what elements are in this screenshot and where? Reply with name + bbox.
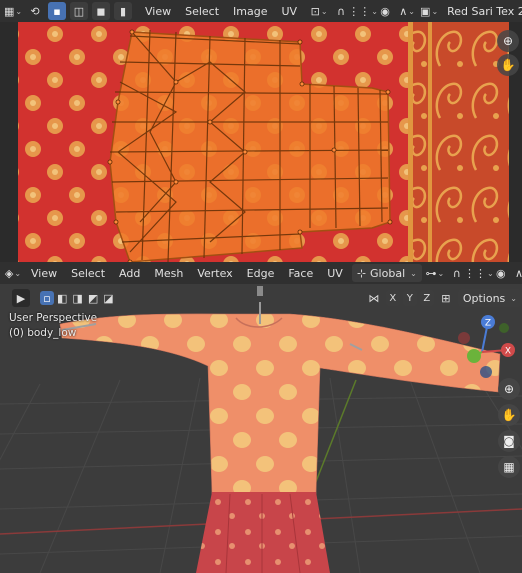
select-intersect-icon[interactable]: ◪ <box>101 291 116 305</box>
uv-sync-selection-icon[interactable]: ⟲ <box>26 2 44 20</box>
pan-hand-icon-3d[interactable]: ✋ <box>498 404 520 426</box>
uv-menu-uv[interactable]: UV <box>277 5 303 18</box>
gizmo-y-axis[interactable] <box>467 349 481 363</box>
view3d-menu-mesh[interactable]: Mesh <box>149 267 188 280</box>
transform-orientation-dropdown[interactable]: ⊹ Global ⌄ <box>351 264 422 282</box>
zoom-icon[interactable]: ⊕ <box>497 30 519 52</box>
snap-target-icon-3d[interactable]: ⋮⋮ ⌄ <box>464 264 494 282</box>
viewport-scene <box>0 284 522 573</box>
view3d-menu-edge[interactable]: Edge <box>242 267 280 280</box>
gizmo-neg-x-axis[interactable] <box>458 332 470 344</box>
uv-menu-view[interactable]: View <box>140 5 176 18</box>
navigation-gizmo[interactable]: Z X <box>452 312 522 382</box>
gizmo-x-label: X <box>505 347 511 357</box>
mirror-y-toggle[interactable]: Y <box>402 290 417 306</box>
options-dropdown[interactable]: Options ⌄ <box>457 289 522 307</box>
select-tool-icon[interactable]: ▶ <box>12 289 30 307</box>
select-new-icon[interactable]: ▫ <box>40 291 54 305</box>
orientation-label: Global <box>370 266 406 280</box>
gizmo-neg-z-axis[interactable] <box>480 366 492 378</box>
uv-toolbar-collapsed[interactable] <box>0 22 8 262</box>
viewport-3d[interactable]: ▶ ▫ ◧ ◨ ◩ ◪ ⋈ X Y Z ⊞ Options ⌄ User Pers… <box>0 284 522 573</box>
gizmo-z-label: Z <box>485 319 491 329</box>
select-invert-icon[interactable]: ◩ <box>85 291 101 305</box>
falloff-icon[interactable]: ∧ ⌄ <box>398 2 416 20</box>
view3d-menu-add[interactable]: Add <box>114 267 145 280</box>
proportional-icon-3d[interactable]: ◉ <box>492 264 510 282</box>
auto-merge-icon[interactable]: ⊞ <box>437 289 455 307</box>
uv-menu-image[interactable]: Image <box>228 5 272 18</box>
pivot-point-icon[interactable]: ⊡ ⌄ <box>310 2 328 20</box>
view-name: User Perspective <box>9 312 98 324</box>
view3d-menu-view[interactable]: View <box>26 267 62 280</box>
selection-mode-group: ▫ ◧ ◨ ◩ ◪ <box>40 291 116 305</box>
editor-type-icon[interactable]: ▦ ⌄ <box>4 2 22 20</box>
gizmo-neg-y-axis[interactable] <box>499 323 509 333</box>
uv-menu-select[interactable]: Select <box>180 5 224 18</box>
island-select-mode-icon[interactable]: ▮ <box>114 2 132 20</box>
view3d-menu-vertex[interactable]: Vertex <box>192 267 237 280</box>
pivot-icon-3d[interactable]: ⊶ ⌄ <box>425 264 444 282</box>
select-extend-icon[interactable]: ◧ <box>55 291 70 305</box>
view3d-menu-face[interactable]: Face <box>283 267 318 280</box>
active-object-name: (0) body_low <box>9 327 77 339</box>
snap-target-icon[interactable]: ⋮⋮ ⌄ <box>348 2 378 20</box>
uv-editor-header: ▦ ⌄ ⟲ ▪ ◫ ◼ ▮ View Select Image UV ⊡ ⌄ ∩ ⋮… <box>0 0 522 22</box>
orientation-icon: ⊹ <box>356 266 367 280</box>
image-name-field[interactable]: Red Sari Tex 2 <box>442 5 522 18</box>
viewport-right-controls: ⋈ X Y Z ⊞ Options ⌄ <box>365 289 522 307</box>
view3d-menu-uv[interactable]: UV <box>322 267 348 280</box>
edge-select-mode-icon[interactable]: ◫ <box>70 2 88 20</box>
viewport-toolbar-row: ▶ ▫ ◧ ◨ ◩ ◪ <box>12 289 116 307</box>
ortho-grid-icon[interactable]: ▦ <box>498 456 520 478</box>
camera-view-icon[interactable]: ◙ <box>498 430 520 452</box>
pan-hand-icon[interactable]: ✋ <box>497 54 519 76</box>
mirror-z-toggle[interactable]: Z <box>419 290 434 306</box>
viewport-header: ◈ ⌄ View Select Add Mesh Vertex Edge Face… <box>0 262 522 284</box>
options-label: Options <box>462 291 506 305</box>
mirror-icon[interactable]: ⋈ <box>365 289 383 307</box>
vertex-select-mode-icon[interactable]: ▪ <box>48 2 66 20</box>
face-select-mode-icon[interactable]: ◼ <box>92 2 110 20</box>
zoom-icon-3d[interactable]: ⊕ <box>498 378 520 400</box>
image-browse-icon[interactable]: ▣ ⌄ <box>420 2 438 20</box>
editor-type-icon-3d[interactable]: ◈ ⌄ <box>4 264 22 282</box>
sari-texture-image <box>0 22 522 262</box>
view3d-menu-select[interactable]: Select <box>66 267 110 280</box>
falloff-icon-3d[interactable]: ∧⌄ <box>514 264 522 282</box>
proportional-editing-icon[interactable]: ◉ <box>376 2 394 20</box>
select-subtract-icon[interactable]: ◨ <box>70 291 85 305</box>
uv-editor-canvas[interactable]: ⊕ ✋ <box>0 22 522 262</box>
mirror-x-toggle[interactable]: X <box>385 290 400 306</box>
